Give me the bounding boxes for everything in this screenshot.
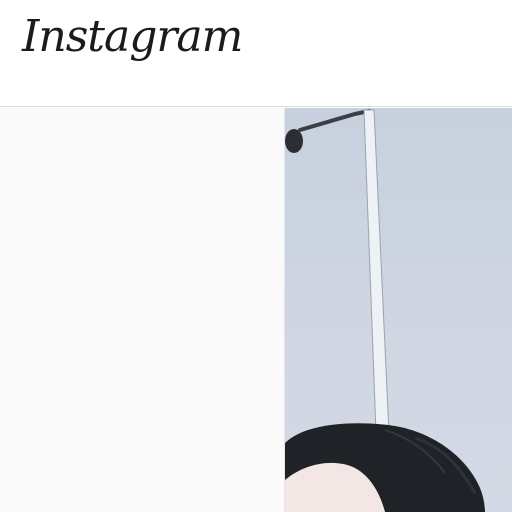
main-content: [0, 108, 512, 512]
street-lamp-icon: [285, 109, 390, 434]
lamp-pole: [363, 109, 390, 434]
app-header: Instagram: [0, 0, 512, 107]
left-panel: [0, 108, 284, 512]
person-head-icon: [285, 423, 485, 512]
photo-illustration: [285, 109, 485, 512]
lamp-head: [285, 129, 303, 153]
lamp-arm: [298, 109, 371, 132]
instagram-logo[interactable]: Instagram: [22, 15, 243, 59]
post-photo[interactable]: [285, 108, 512, 512]
